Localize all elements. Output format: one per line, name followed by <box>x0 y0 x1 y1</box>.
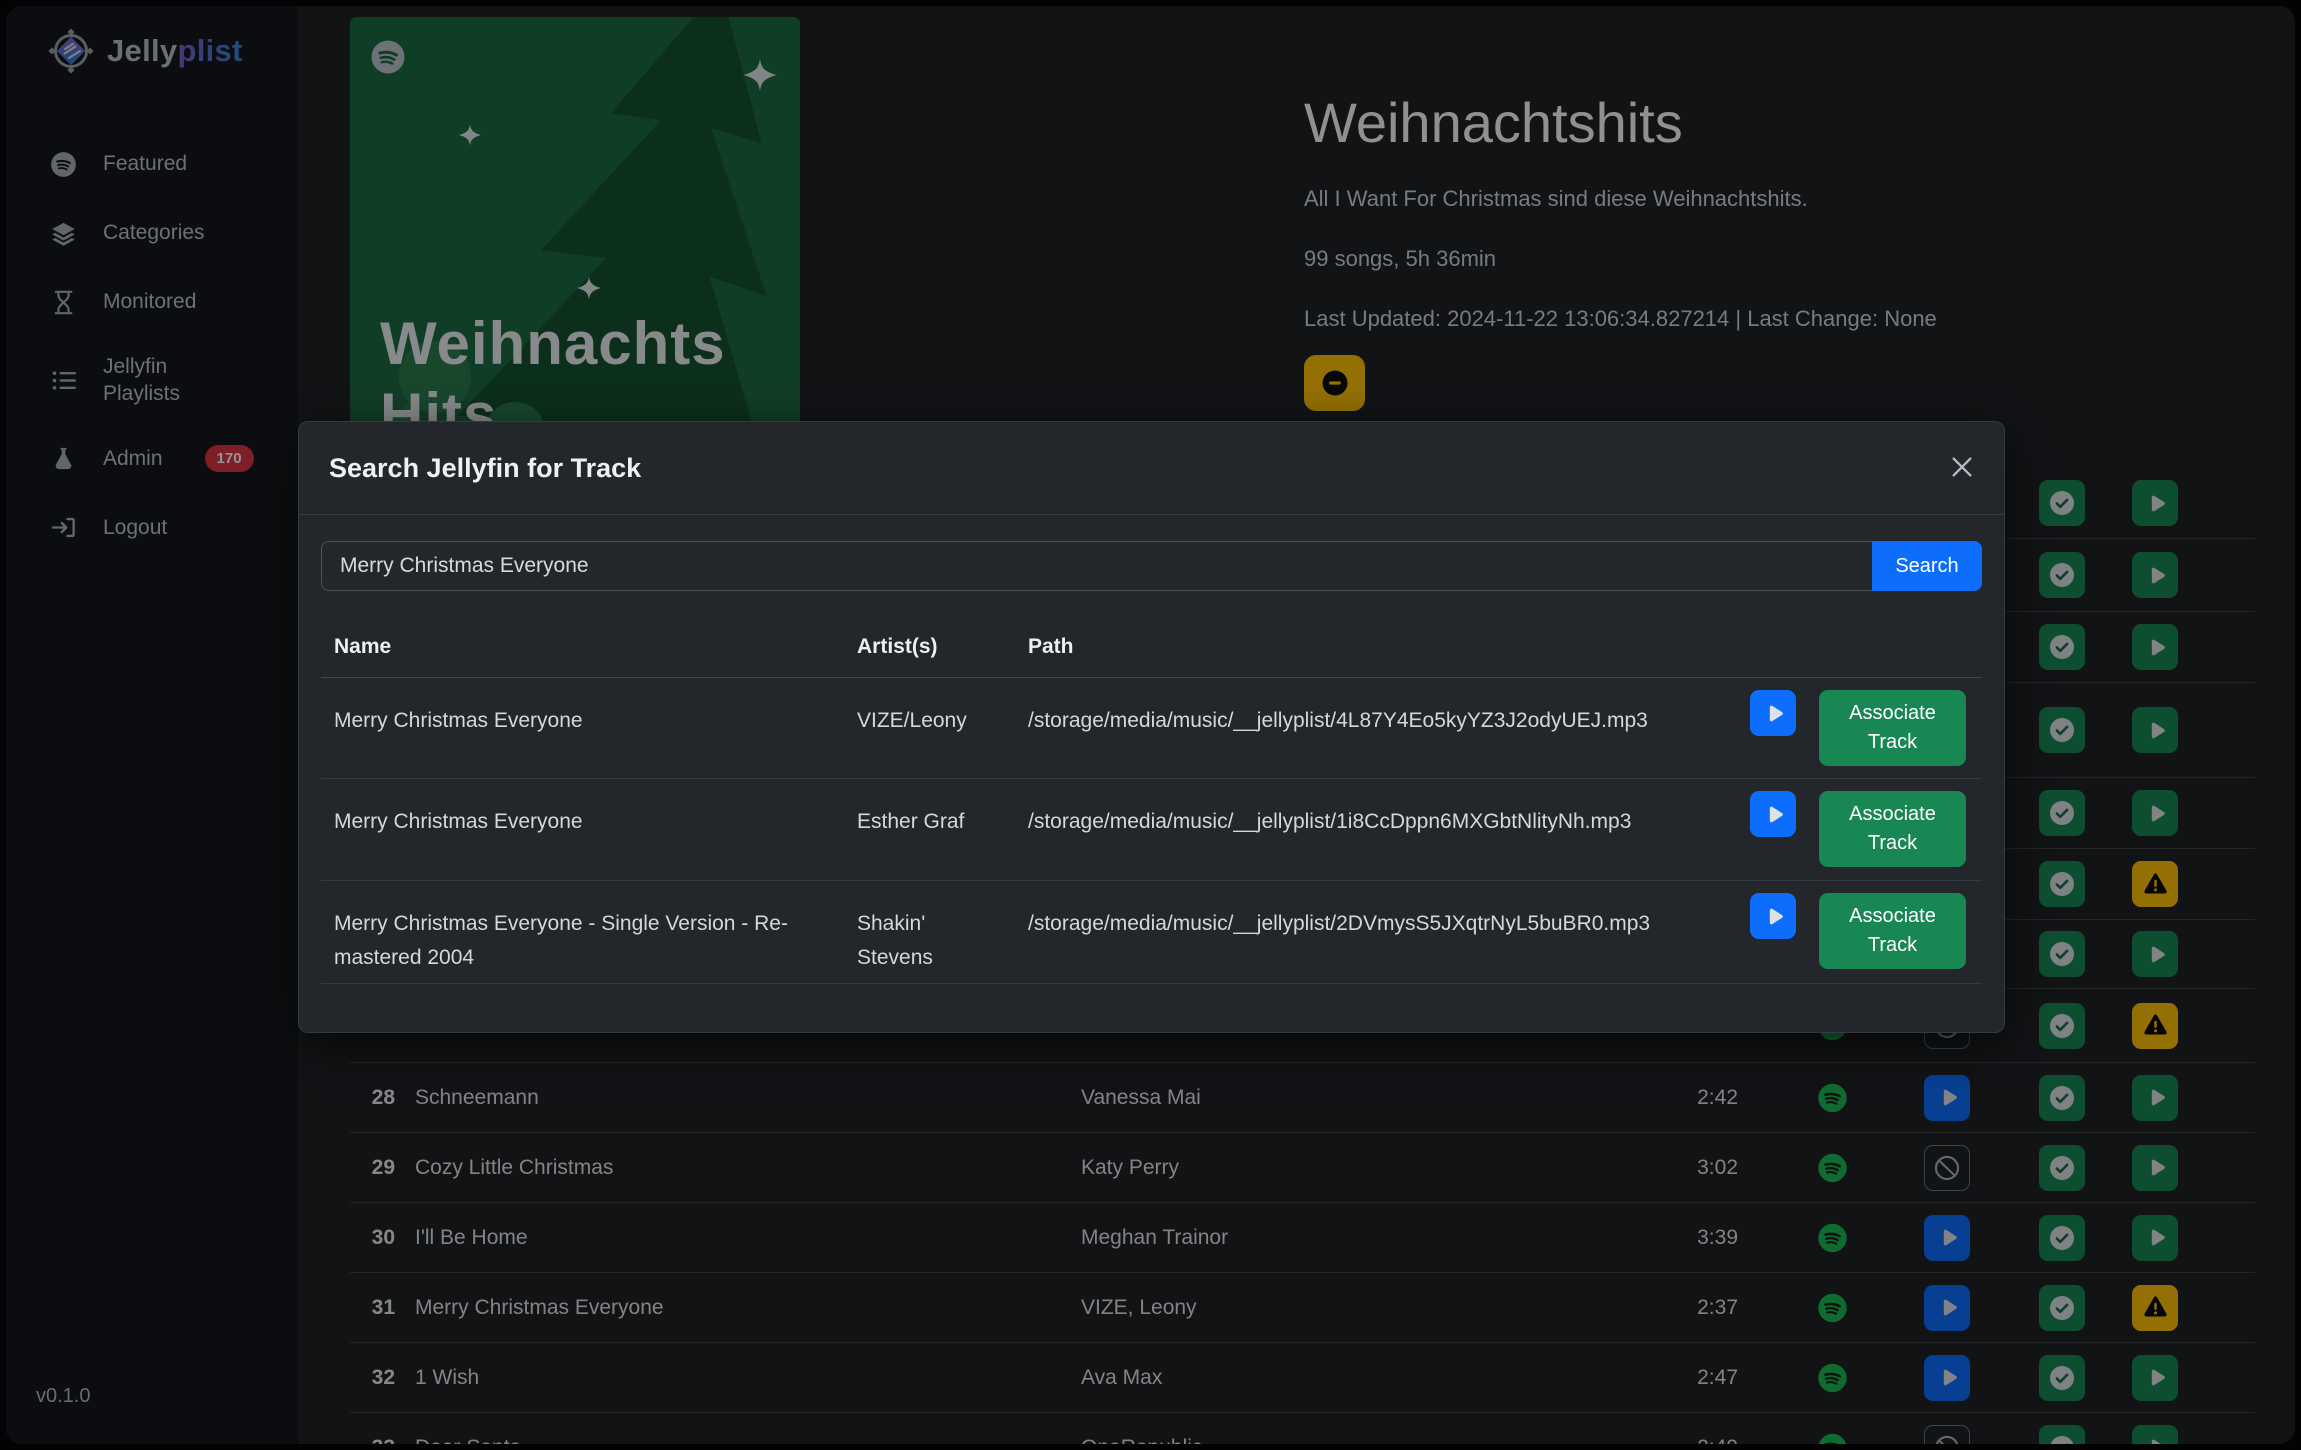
search-results-table: Name Artist(s) Path Merry Christmas Ever… <box>321 621 1982 984</box>
play-result-button[interactable] <box>1750 690 1796 736</box>
play-icon <box>1763 906 1784 927</box>
results-header-row: Name Artist(s) Path <box>321 621 1982 678</box>
associate-track-button[interactable]: Associate Track <box>1819 690 1966 766</box>
modal-close-button[interactable] <box>1946 452 1978 484</box>
column-header-name: Name <box>334 635 391 659</box>
modal-header: Search Jellyfin for Track <box>299 422 2004 515</box>
play-result-button[interactable] <box>1750 893 1796 939</box>
result-name: Merry Christmas Everyone - Single Versio… <box>334 907 814 975</box>
result-artist: Shakin' Stevens <box>857 907 977 975</box>
column-header-path: Path <box>1028 635 1074 659</box>
search-result-row: Merry Christmas Everyone VIZE/Leony/stora… <box>321 678 1982 779</box>
play-icon <box>1763 804 1784 825</box>
track-search-input[interactable] <box>321 541 1872 591</box>
result-name: Merry Christmas Everyone <box>334 805 814 839</box>
play-icon <box>1763 703 1784 724</box>
search-button[interactable]: Search <box>1872 541 1982 591</box>
result-path: /storage/media/music/__jellyplist/1i8CcD… <box>1028 805 1738 839</box>
associate-track-button[interactable]: Associate Track <box>1819 791 1966 867</box>
search-result-row: Merry Christmas Everyone Esther Graf/stor… <box>321 779 1982 881</box>
column-header-artist: Artist(s) <box>857 635 938 659</box>
play-result-button[interactable] <box>1750 791 1796 837</box>
modal-body: Search Name Artist(s) Path Merry Christm… <box>299 515 2004 984</box>
result-artist: Esther Graf <box>857 805 977 839</box>
close-icon <box>1948 453 1976 481</box>
search-jellyfin-modal: Search Jellyfin for Track Search Name Ar… <box>298 421 2005 1033</box>
search-result-row: Merry Christmas Everyone - Single Versio… <box>321 881 1982 984</box>
modal-title: Search Jellyfin for Track <box>329 453 641 484</box>
result-name: Merry Christmas Everyone <box>334 704 814 738</box>
associate-track-button[interactable]: Associate Track <box>1819 893 1966 969</box>
result-path: /storage/media/music/__jellyplist/4L87Y4… <box>1028 704 1738 738</box>
result-artist: VIZE/Leony <box>857 704 977 738</box>
result-path: /storage/media/music/__jellyplist/2DVmys… <box>1028 907 1738 941</box>
